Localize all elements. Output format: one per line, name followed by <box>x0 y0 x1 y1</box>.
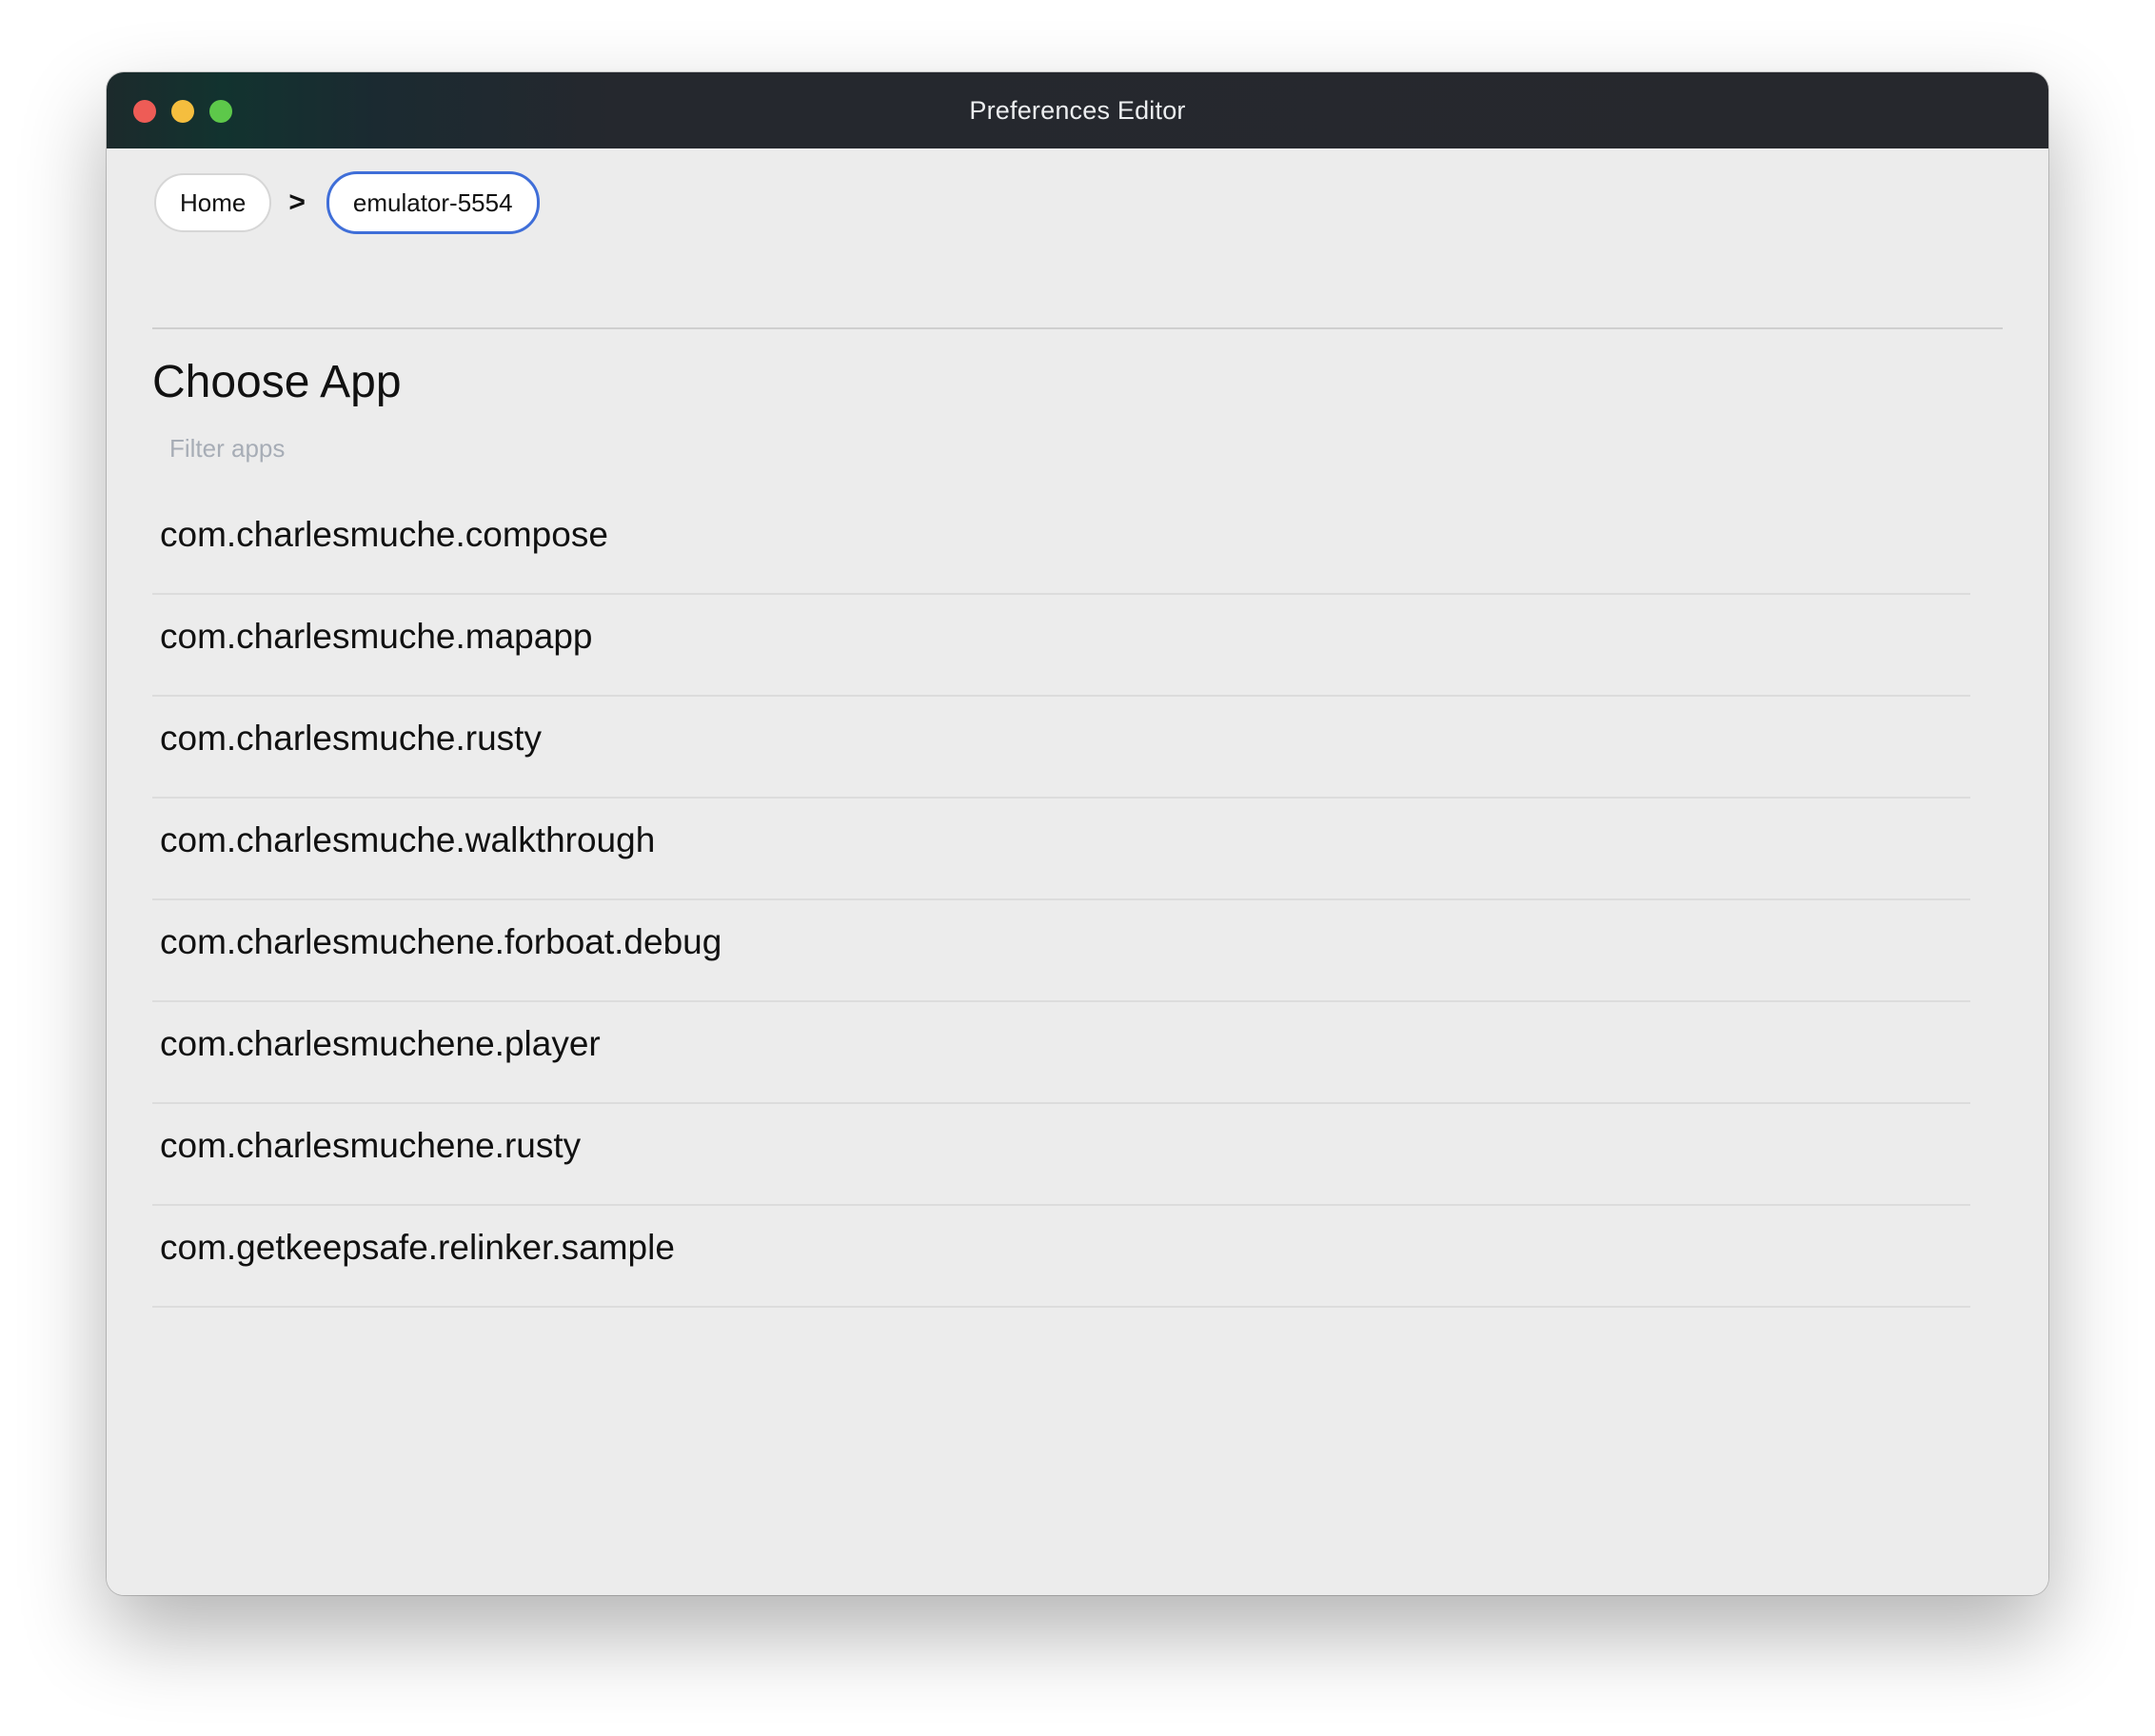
page-title: Choose App <box>152 357 402 407</box>
app-list-item[interactable]: com.charlesmuchene.player <box>152 1002 1970 1104</box>
title-bar[interactable]: Preferences Editor <box>107 72 2048 148</box>
breadcrumb-home[interactable]: Home <box>154 173 272 232</box>
breadcrumb-device[interactable]: emulator-5554 <box>326 171 540 234</box>
window-title: Preferences Editor <box>969 95 1186 125</box>
app-list: com.charlesmuche.compose com.charlesmuch… <box>152 493 1970 1308</box>
app-list-item[interactable]: com.charlesmuchene.forboat.debug <box>152 900 1970 1002</box>
app-list-item[interactable]: com.getkeepsafe.relinker.sample <box>152 1206 1970 1308</box>
filter-apps-input[interactable] <box>152 424 948 472</box>
app-list-item[interactable]: com.charlesmuche.walkthrough <box>152 799 1970 900</box>
main-content: Home > emulator-5554 Choose App com.char… <box>107 148 2048 1595</box>
minimize-window-button[interactable] <box>171 100 194 123</box>
close-window-button[interactable] <box>133 100 156 123</box>
app-window: Preferences Editor Home > emulator-5554 … <box>107 72 2048 1595</box>
maximize-window-button[interactable] <box>209 100 232 123</box>
app-list-item[interactable]: com.charlesmuche.compose <box>152 493 1970 595</box>
breadcrumb: Home > emulator-5554 <box>154 171 540 234</box>
window-controls <box>133 100 232 123</box>
app-list-item[interactable]: com.charlesmuche.rusty <box>152 697 1970 799</box>
app-list-item[interactable]: com.charlesmuche.mapapp <box>152 595 1970 697</box>
app-list-item[interactable]: com.charlesmuchene.rusty <box>152 1104 1970 1206</box>
breadcrumb-separator: > <box>288 187 306 218</box>
header-divider <box>152 327 2003 329</box>
